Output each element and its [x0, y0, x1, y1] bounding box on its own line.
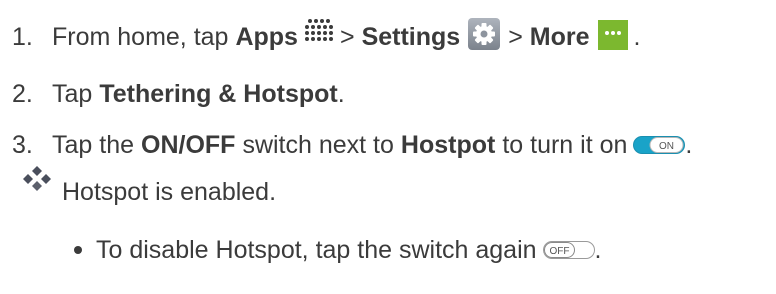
- sub-bullet-text: To disable Hotspot, tap the switch again: [96, 236, 537, 264]
- diamond-result-icon: [23, 166, 51, 191]
- step-number: 3.: [12, 131, 33, 159]
- step-text: to turn it on: [502, 131, 628, 159]
- period: .: [685, 131, 693, 159]
- toggle-off-label: OFF: [549, 246, 569, 257]
- period: .: [633, 23, 641, 51]
- step-1: 1. From home, tap Apps > Settings > More…: [0, 18, 641, 52]
- step-number: 1.: [12, 23, 33, 51]
- step-number: 2.: [12, 80, 33, 108]
- toggle-on-icon: ON: [633, 136, 686, 154]
- more-label: More: [529, 23, 590, 51]
- step-2: 2. Tap Tethering & Hotspot .: [0, 79, 345, 109]
- result-line: Hotspot is enabled.: [62, 177, 276, 207]
- toggle-off-icon: OFF: [542, 241, 595, 259]
- more-dots-icon: [597, 20, 628, 50]
- step-text: switch next to: [242, 131, 394, 159]
- step-3: 3. Tap the ON/OFF switch next to Hostpot…: [0, 130, 692, 160]
- tethering-label: Tethering & Hotspot: [99, 80, 338, 108]
- period: .: [337, 80, 345, 108]
- onoff-label: ON/OFF: [141, 131, 236, 159]
- apps-label: Apps: [235, 23, 298, 51]
- gear-icon: [468, 18, 501, 50]
- step-text: Tap the: [52, 131, 135, 159]
- toggle-on-label: ON: [659, 141, 674, 152]
- bullet-dot: [74, 246, 82, 254]
- apps-grid-icon: [304, 19, 333, 41]
- step-text: From home, tap: [52, 23, 229, 51]
- step-text: Tap: [52, 80, 93, 108]
- period: .: [594, 236, 602, 264]
- settings-label: Settings: [361, 23, 461, 51]
- sub-bullet: To disable Hotspot, tap the switch again…: [74, 235, 602, 265]
- hotspot-label: Hostpot: [400, 131, 496, 159]
- result-text: Hotspot is enabled.: [62, 178, 277, 206]
- separator: >: [508, 23, 523, 51]
- separator: >: [339, 23, 355, 51]
